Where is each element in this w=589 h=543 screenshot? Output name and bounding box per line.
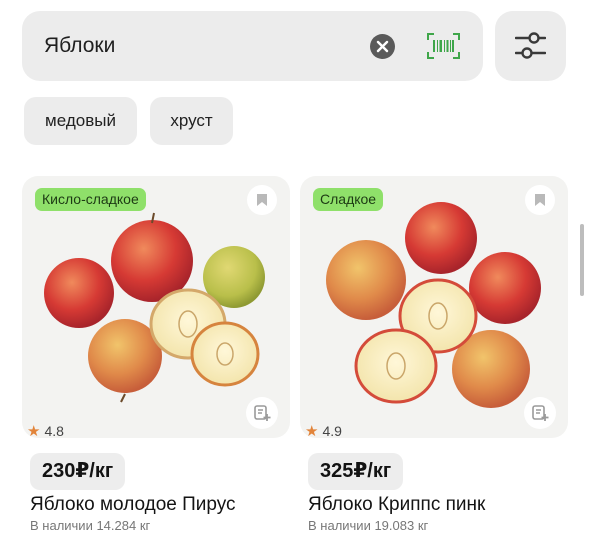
add-to-list-button[interactable]	[524, 397, 556, 429]
product-image[interactable]: Кисло-сладкое	[22, 176, 290, 438]
bookmark-icon	[535, 194, 545, 206]
product-card[interactable]: Кисло-сладкое ★ 4.8 230₽/кг Яблоко молодо…	[22, 176, 290, 541]
clear-icon[interactable]	[370, 34, 395, 59]
product-card[interactable]: Сладкое ★ 4.9 325₽/кг Яблоко Криппс пинк …	[300, 176, 568, 541]
filter-icon	[515, 32, 546, 59]
product-title[interactable]: Яблоко Криппс пинк	[308, 494, 485, 516]
price-badge: 230₽/кг	[30, 453, 126, 490]
product-title[interactable]: Яблоко молодое Пирус	[30, 494, 236, 516]
barcode-icon[interactable]	[427, 33, 460, 59]
stock-text: В наличии 14.284 кг	[30, 518, 151, 533]
scrollbar[interactable]	[580, 224, 584, 296]
taste-tag: Кисло-сладкое	[35, 188, 146, 211]
add-to-list-button[interactable]	[246, 397, 278, 429]
stock-text: В наличии 19.083 кг	[308, 518, 429, 533]
price-badge: 325₽/кг	[308, 453, 404, 490]
rating-value: 4.8	[44, 423, 64, 439]
product-image[interactable]: Сладкое	[300, 176, 568, 438]
apples-image	[326, 202, 541, 408]
filter-button[interactable]	[495, 11, 566, 81]
chip-khrust[interactable]: хруст	[150, 97, 233, 145]
add-to-list-icon	[532, 405, 549, 421]
taste-tag: Сладкое	[313, 188, 384, 211]
rating: ★ 4.9	[305, 422, 342, 440]
chip-medovyy[interactable]: медовый	[24, 97, 137, 145]
rating-value: 4.9	[322, 423, 342, 439]
search-bar[interactable]: Яблоки	[22, 11, 483, 81]
bookmark-button[interactable]	[525, 185, 555, 215]
bookmark-icon	[257, 194, 267, 206]
apples-image	[44, 212, 265, 403]
bookmark-button[interactable]	[247, 185, 277, 215]
star-icon: ★	[305, 423, 319, 440]
star-icon: ★	[27, 423, 41, 440]
add-to-list-icon	[254, 405, 271, 421]
search-input[interactable]: Яблоки	[44, 34, 115, 58]
rating: ★ 4.8	[27, 422, 64, 440]
